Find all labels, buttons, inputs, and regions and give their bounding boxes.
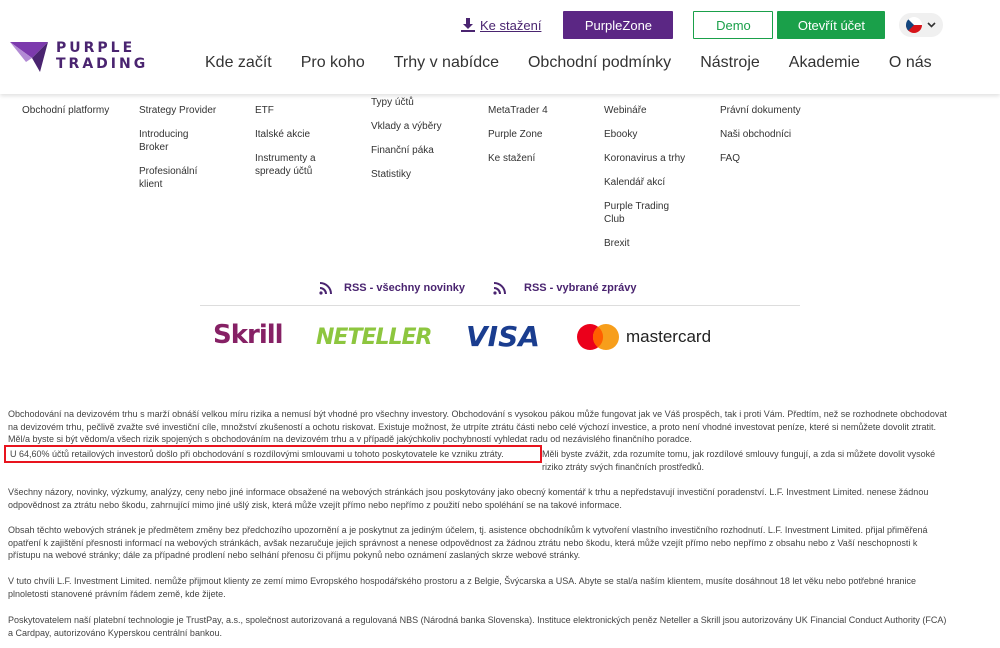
footer-link[interactable]: Ke stažení: [488, 152, 583, 165]
language-selector[interactable]: [899, 13, 944, 37]
nav-pro-koho[interactable]: Pro koho: [301, 54, 365, 72]
highlighted-risk-warning: U 64,60% účtů retailových investorů došl…: [4, 445, 542, 463]
disclaimer-paragraph-1-tail: Měli byste zvážit, zda rozumíte tomu, ja…: [542, 449, 936, 472]
rss-news-icon: [493, 282, 506, 295]
footer-link[interactable]: Instrumenty a spready účtů: [255, 152, 330, 178]
rss-all-link[interactable]: RSS - všechny novinky: [318, 280, 465, 296]
mastercard-logo: mastercard: [576, 323, 711, 351]
footer-col-5: MetaTrader 4 Purple Zone Ke stažení: [488, 104, 583, 176]
logo-mark-icon: [10, 42, 48, 72]
footer-link[interactable]: Introducing Broker: [139, 128, 209, 154]
main-nav: Kde začít Pro koho Trhy v nabídce Obchod…: [205, 54, 932, 72]
disclaimer-paragraph-4: V tuto chvíli L.F. Investment Limited. n…: [8, 576, 916, 599]
disclaimer-paragraph-2: Všechny názory, novinky, výzkumy, analýz…: [8, 487, 929, 510]
download-link[interactable]: Ke stažení: [460, 17, 541, 33]
nav-akademie[interactable]: Akademie: [789, 54, 860, 72]
footer-col-7: Právní dokumenty Naši obchodníci FAQ: [720, 104, 830, 176]
chevron-down-icon: [927, 22, 937, 28]
footer-link[interactable]: Ebooky: [604, 128, 704, 141]
logo-line2: TRADING: [56, 56, 149, 72]
footer-col-6: Webináře Ebooky Koronavirus a trhy Kalen…: [604, 104, 704, 261]
footer-link[interactable]: Naši obchodníci: [720, 128, 830, 141]
footer-link[interactable]: FAQ: [720, 152, 830, 165]
footer-col-1: Obchodní platformy: [22, 104, 112, 128]
footer-link[interactable]: Kalendář akcí: [604, 176, 704, 189]
footer-col-2: Strategy Provider Introducing Broker Pro…: [139, 104, 234, 202]
neteller-logo: NETELLER: [316, 325, 432, 350]
purple-trading-logo[interactable]: PURPLE TRADING: [10, 40, 148, 74]
download-label: Ke stažení: [480, 17, 542, 33]
footer-link[interactable]: Vklady a výběry: [371, 120, 466, 133]
footer-link[interactable]: Purple Trading Club: [604, 200, 679, 226]
footer-link[interactable]: Webináře: [604, 104, 704, 117]
nav-kde-zacit[interactable]: Kde začít: [205, 54, 272, 72]
site-header: PURPLE TRADING Ke stažení PurpleZone Dem…: [0, 0, 1000, 94]
rss-icon: [319, 282, 332, 295]
download-icon: [461, 18, 475, 32]
footer-link[interactable]: Typy účtů: [371, 96, 466, 109]
footer-link[interactable]: Profesionální klient: [139, 165, 209, 191]
footer-link[interactable]: Obchodní platformy: [22, 104, 112, 117]
purplezone-button[interactable]: PurpleZone: [563, 11, 674, 39]
mastercard-text: mastercard: [626, 327, 712, 346]
logo-line1: PURPLE: [56, 40, 136, 56]
footer-col-4: Typy účtů Vklady a výběry Finanční páka …: [371, 96, 466, 192]
nav-o-nas[interactable]: O nás: [889, 54, 932, 72]
nav-nastroje[interactable]: Nástroje: [700, 54, 760, 72]
footer-col-3: ETF Italské akcie Instrumenty a spready …: [255, 104, 345, 189]
disclaimer-paragraph-3: Obsah těchto webových stránek je předmět…: [8, 525, 928, 560]
footer-link[interactable]: MetaTrader 4: [488, 104, 583, 117]
footer-link[interactable]: Finanční páka: [371, 144, 466, 157]
footer-link[interactable]: ETF: [255, 104, 345, 117]
rss-selected-link[interactable]: RSS - vybrané zprávy: [492, 280, 637, 296]
nav-obchodni-podminky[interactable]: Obchodní podmínky: [528, 54, 671, 72]
footer-link[interactable]: Purple Zone: [488, 128, 583, 141]
footer-link[interactable]: Italské akcie: [255, 128, 345, 141]
footer-link[interactable]: Koronavirus a trhy: [604, 152, 704, 165]
demo-button[interactable]: Demo: [693, 11, 774, 39]
nav-trhy-v-nabidce[interactable]: Trhy v nabídce: [394, 54, 499, 72]
czech-flag-icon: [906, 17, 923, 33]
skrill-logo: Skrill: [213, 320, 284, 350]
footer-link[interactable]: Statistiky: [371, 168, 466, 181]
divider: [200, 305, 800, 306]
rss-selected-label: RSS - vybrané zprávy: [524, 282, 637, 294]
mastercard-circles-icon: [577, 324, 619, 350]
footer-link[interactable]: Strategy Provider: [139, 104, 234, 117]
rss-all-label: RSS - všechny novinky: [344, 282, 466, 294]
footer-link[interactable]: Brexit: [604, 237, 704, 250]
open-account-button[interactable]: Otevřít účet: [777, 11, 886, 39]
visa-logo: VISA: [466, 320, 540, 353]
footer-link[interactable]: Právní dokumenty: [720, 104, 830, 117]
disclaimer-paragraph-5: Poskytovatelem naší platební technologie…: [8, 615, 947, 638]
disclaimer-paragraph-1: Obchodování na devizovém trhu s marží ob…: [8, 409, 947, 444]
